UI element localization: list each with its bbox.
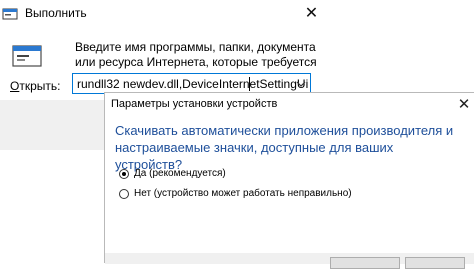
run-close-button[interactable]: ✕ [297,0,326,26]
radio-no[interactable] [119,188,129,199]
run-window-icon [2,6,18,22]
text-caret [249,77,250,91]
run-bottom-panel [0,100,104,150]
close-icon: ✕ [304,5,319,22]
open-label: Открыть: [10,79,61,93]
option-no[interactable]: Нет (устройство может работать неправиль… [119,188,352,199]
option-yes-label: Да (рекомендуется) [134,168,226,179]
device-installation-settings-dialog: Параметры установки устройств ✕ Скачиват… [104,92,474,269]
open-command-input[interactable]: rundll32 newdev.dll,DeviceInternetSettin… [72,73,311,94]
download-question: Скачивать автоматически приложения произ… [115,123,454,172]
radio-yes[interactable] [119,168,129,179]
device-dialog-close-button[interactable]: ✕ [455,95,473,113]
run-titlebar[interactable]: Выполнить ✕ [0,0,326,30]
option-yes[interactable]: Да (рекомендуется) [119,168,226,179]
run-dialog-title: Выполнить [25,6,87,20]
option-no-label: Нет (устройство может работать неправиль… [134,188,352,199]
open-command-value[interactable]: rundll32 newdev.dll,DeviceInternetSettin… [77,77,308,91]
device-dialog-title: Параметры установки устройств [111,98,278,110]
chevron-down-icon[interactable] [294,76,308,91]
run-program-icon [12,45,42,67]
cancel-button[interactable] [405,257,465,269]
close-icon: ✕ [457,96,471,113]
save-button[interactable] [330,257,400,269]
